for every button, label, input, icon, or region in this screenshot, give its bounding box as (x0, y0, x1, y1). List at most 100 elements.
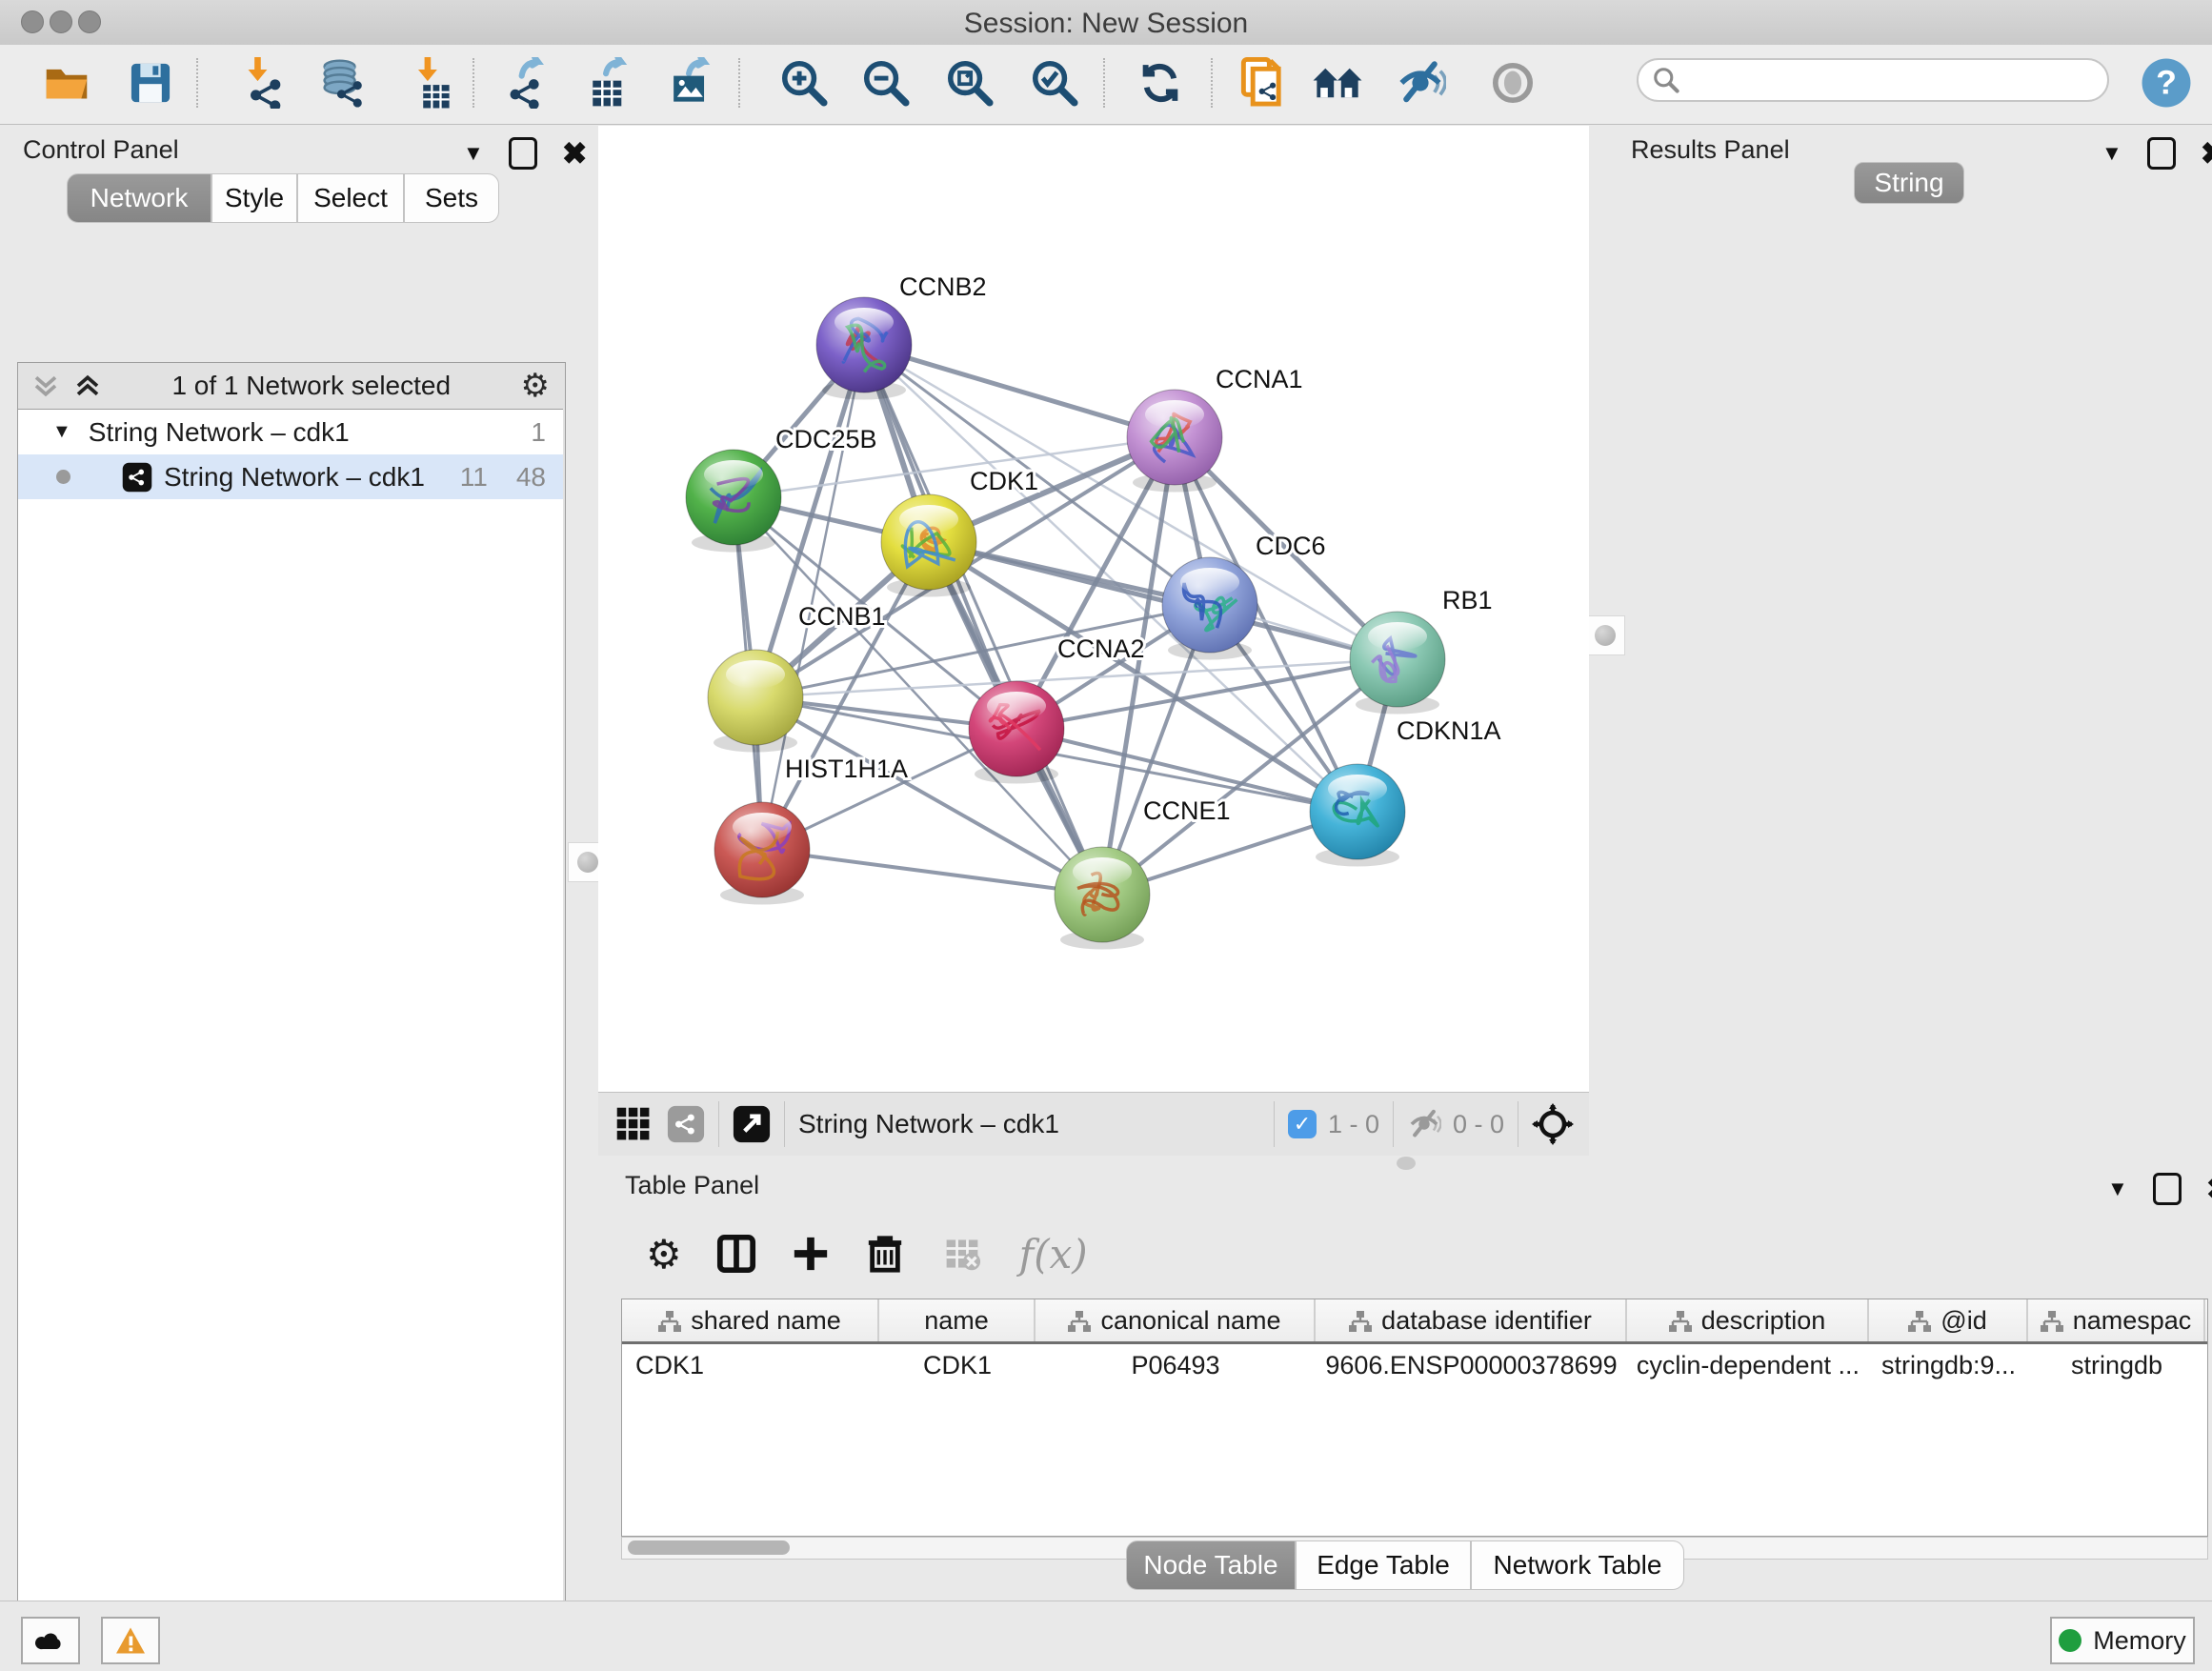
expand-all-icon[interactable] (73, 372, 102, 400)
import-table-icon[interactable] (403, 56, 456, 110)
network-node[interactable]: HIST1H1A (714, 755, 908, 905)
tab-style[interactable]: Style (211, 173, 297, 223)
table-cell[interactable]: CDK1 (622, 1344, 879, 1386)
table-column-header[interactable]: @id (1869, 1299, 2028, 1341)
hide-show-graphics-icon[interactable] (1394, 56, 1447, 110)
close-panel-icon[interactable]: ✖ (562, 144, 588, 163)
table-column-header[interactable]: namespac (2028, 1299, 2205, 1341)
crosshair-icon[interactable] (1532, 1103, 1574, 1145)
tree-expander-icon[interactable]: ▼ (52, 421, 71, 443)
shared-column-icon (1349, 1309, 1372, 1332)
tab-network-table[interactable]: Network Table (1471, 1540, 1684, 1590)
save-session-icon[interactable] (124, 56, 177, 110)
network-share-icon (122, 462, 152, 493)
table-column-header[interactable]: database identifier (1316, 1299, 1627, 1341)
network-canvas[interactable]: CCNB2CCNA1CDC25BCDK1CDC6RB1CCNB1CCNA2CDK… (598, 126, 1589, 1092)
control-panel-controls: ▼ ✖ (463, 137, 588, 170)
network-row[interactable]: String Network – cdk1 11 48 (18, 454, 563, 499)
network-share-badge-icon[interactable] (667, 1105, 705, 1143)
tab-edge-table[interactable]: Edge Table (1296, 1540, 1471, 1590)
table-settings-gear-icon[interactable]: ⚙ (646, 1231, 682, 1278)
search-input[interactable] (1680, 65, 2084, 96)
table-cell[interactable]: CDK1 (879, 1344, 1036, 1386)
birds-eye-grid-icon[interactable] (615, 1106, 652, 1142)
import-network-icon[interactable] (235, 56, 289, 110)
zoom-selected-icon[interactable] (1028, 56, 1081, 110)
float-panel-icon[interactable] (2153, 1173, 2182, 1205)
float-panel-icon[interactable] (509, 137, 537, 170)
warnings-button[interactable] (101, 1617, 160, 1664)
table-cell[interactable]: cyclin-dependent ... (1627, 1344, 1869, 1386)
table-column-header[interactable]: name (879, 1299, 1036, 1341)
float-panel-icon[interactable] (2147, 137, 2176, 170)
eye-icon[interactable] (1486, 56, 1539, 110)
open-session-icon[interactable] (40, 56, 93, 110)
network-edge[interactable] (864, 345, 1175, 437)
refresh-icon[interactable] (1134, 56, 1187, 110)
add-column-icon[interactable] (791, 1234, 831, 1274)
delete-table-icon[interactable] (943, 1235, 981, 1273)
panel-menu-icon[interactable]: ▼ (463, 141, 484, 166)
table-cell[interactable]: stringdb (2028, 1344, 2205, 1386)
network-node-label: CDK1 (970, 467, 1038, 495)
tab-string[interactable]: String (1854, 162, 1964, 204)
table-column-header[interactable]: description (1627, 1299, 1869, 1341)
delete-column-icon[interactable] (865, 1234, 905, 1274)
network-tree-header: 1 of 1 Network selected ⚙ (18, 363, 563, 409)
tab-node-table[interactable]: Node Table (1126, 1540, 1296, 1590)
close-panel-icon[interactable]: ✖ (2206, 1179, 2212, 1198)
detach-view-icon[interactable] (733, 1105, 771, 1143)
selected-checkbox-icon[interactable]: ✓ (1288, 1110, 1317, 1138)
network-tree-panel: 1 of 1 Network selected ⚙ ▼ String Netwo… (17, 362, 566, 1671)
zoom-fit-icon[interactable] (943, 56, 996, 110)
control-panel-title: Control Panel (23, 135, 179, 165)
function-builder-icon[interactable]: f(x) (1019, 1231, 1088, 1278)
table-column-header[interactable]: canonical name (1036, 1299, 1316, 1341)
tab-select[interactable]: Select (297, 173, 404, 223)
table-row[interactable]: CDK1CDK1P064939606.ENSP00000378699cyclin… (622, 1344, 2207, 1386)
collapse-all-icon[interactable] (31, 372, 60, 400)
panel-menu-icon[interactable]: ▼ (2107, 1177, 2128, 1201)
table-hscrollbar-thumb[interactable] (628, 1540, 790, 1555)
search-box[interactable] (1637, 58, 2109, 102)
table-cell[interactable]: 9606.ENSP00000378699 (1316, 1344, 1627, 1386)
table-cell[interactable]: P06493 (1036, 1344, 1316, 1386)
close-panel-icon[interactable]: ✖ (2201, 144, 2212, 163)
gear-icon[interactable]: ⚙ (521, 367, 550, 405)
export-table-icon[interactable] (584, 56, 637, 110)
table-body: CDK1CDK1P064939606.ENSP00000378699cyclin… (622, 1344, 2207, 1386)
network-view-title: String Network – cdk1 (798, 1109, 1059, 1139)
panel-menu-icon[interactable]: ▼ (2101, 141, 2122, 166)
main-toolbar: ? (0, 45, 2212, 125)
houses-icon[interactable] (1311, 56, 1364, 110)
zoom-in-icon[interactable] (777, 56, 831, 110)
network-node[interactable]: CCNE1 (1055, 796, 1231, 950)
tab-network[interactable]: Network (67, 173, 211, 223)
network-collection-row[interactable]: ▼ String Network – cdk1 1 (18, 410, 563, 454)
network-node[interactable]: RB1 (1350, 586, 1493, 715)
table-cell[interactable]: stringdb:9... (1869, 1344, 2028, 1386)
show-columns-icon[interactable] (716, 1234, 756, 1274)
clone-network-icon[interactable] (1236, 56, 1289, 110)
memory-button[interactable]: Memory (2050, 1617, 2195, 1664)
help-icon[interactable]: ? (2140, 56, 2193, 110)
import-network-from-database-icon[interactable] (315, 56, 369, 110)
hidden-eye-slash-icon[interactable] (1407, 1107, 1441, 1141)
export-image-icon[interactable] (667, 56, 720, 110)
toolbar-separator (473, 58, 474, 108)
toolbar-separator (1103, 58, 1105, 108)
table-column-header[interactable]: shared name (622, 1299, 879, 1341)
toolbar-separator (1211, 58, 1213, 108)
tab-sets[interactable]: Sets (404, 173, 499, 223)
cloud-button[interactable] (21, 1617, 80, 1664)
table-header-row: shared namenamecanonical namedatabase id… (622, 1299, 2207, 1344)
network-edge[interactable] (762, 850, 1102, 895)
export-network-icon[interactable] (502, 56, 555, 110)
zoom-out-icon[interactable] (859, 56, 913, 110)
network-node[interactable]: CDK1 (881, 467, 1038, 597)
network-edge[interactable] (864, 345, 1102, 895)
network-node[interactable]: CDC6 (1162, 532, 1326, 660)
network-node[interactable]: CDKN1A (1310, 716, 1501, 867)
network-node[interactable]: CCNA1 (1127, 365, 1303, 493)
network-node[interactable]: CDC25B (686, 425, 877, 553)
